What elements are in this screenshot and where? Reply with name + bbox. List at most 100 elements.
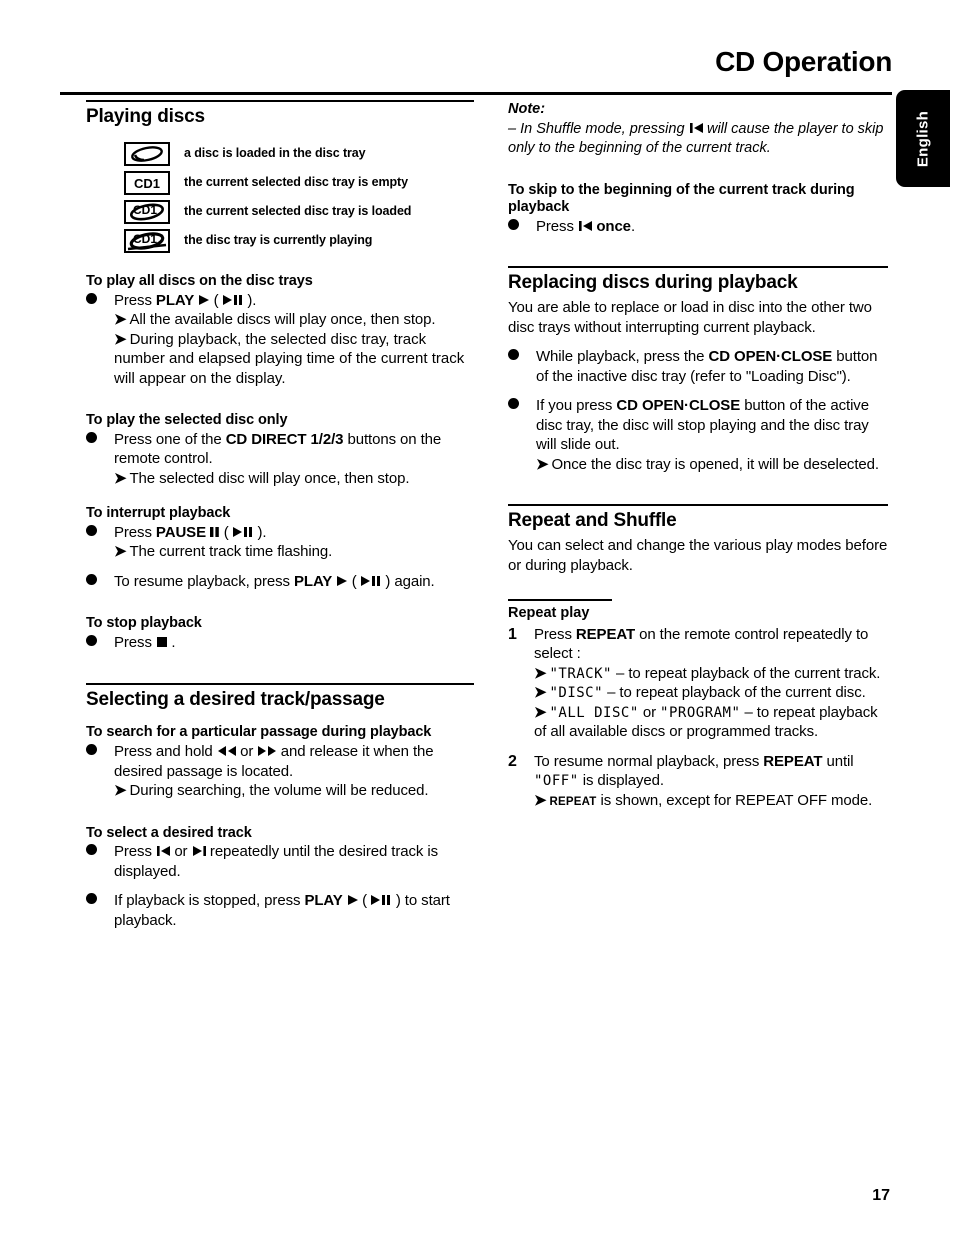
bullet-text: Press once. [536,217,888,237]
bullet-marker [508,347,536,367]
note-label: Note: [508,101,546,117]
lcd-display-text: "DISC" [549,685,604,702]
cd1-playing-tray-icon: CD1 [124,229,170,254]
bullet-marker [508,396,536,416]
bullet-row: Press one of the CD DIRECT 1/2/3 buttons… [86,430,474,489]
arrow-icon: ➤ [114,782,127,800]
previous-track-icon [578,218,596,234]
text-fragment: If you press [536,397,617,415]
right-column: Note: – In Shuffle mode, pressing will c… [508,100,888,810]
arrow-note: ➤ "ALL DISC" or "PROGRAM" – to repeat pla… [534,703,888,742]
subheading-play-all-discs: To play all discs on the disc trays [86,272,313,289]
bullet-dot-icon [86,431,97,443]
cd1-loaded-tray-icon: CD1 [124,200,170,225]
text-fragment: until [822,752,854,770]
arrow-note: ➤ "DISC" – to repeat playback of the curr… [534,683,888,703]
bullet-row: Press once. [508,217,888,237]
play-button-label: PLAY [293,572,333,590]
cd1-empty-tray-icon: CD1 [124,171,170,196]
arrow-text: The selected disc will play once, then s… [129,469,410,487]
bullet-text: To resume playback, press PLAY ( ) again… [114,572,474,592]
bullet-dot-icon [86,524,97,536]
section-heading-selecting-track: Selecting a desired track/passage [86,688,385,710]
subheading-stop-playback: To stop playback [86,615,202,632]
bullet-text: Press . [114,633,474,653]
legend-item: CD1 the disc tray is currently playing [86,227,474,256]
note-dash: – [508,120,517,137]
left-column: Playing discs a disc is loaded in the di… [86,100,474,930]
arrow-icon: ➤ [534,684,547,702]
legend-item: CD1 the current selected disc tray is lo… [86,198,474,227]
once-emphasis: once [596,217,631,235]
text-fragment: Press and hold [114,743,217,761]
language-tab-label: English [914,110,932,167]
section-rule-replacing-discs [508,266,888,269]
text-fragment: To resume playback, press [114,572,294,590]
section-heading-repeat-shuffle: Repeat and Shuffle [508,510,677,532]
bullet-row: While playback, press the CD OPEN·CLOSE … [508,347,888,386]
arrow-note: ➤ REPEAT is shown, except for REPEAT OFF … [534,791,888,811]
pause-icon [206,524,224,540]
cd-open-close-button-label: CD OPEN·CLOSE [616,397,741,415]
repeat-indicator-label: REPEAT [549,795,597,808]
text-fragment: In Shuffle mode, pressing [516,120,689,137]
legend-item: CD1 the current selected disc tray is em… [86,169,474,198]
bullet-text: While playback, press the CD OPEN·CLOSE … [536,347,888,386]
fast-forward-icon [257,743,280,759]
disc-ellipse-shape [131,146,163,163]
section-rule-selecting-track [86,682,474,685]
subheading-interrupt-playback: To interrupt playback [86,505,231,522]
bullet-marker [508,217,536,237]
next-track-icon [192,843,210,859]
step-text: Press REPEAT on the remote control repea… [534,625,888,742]
text-fragment: Press [534,625,576,643]
bullet-dot-icon [508,218,519,230]
bullet-marker [86,572,114,592]
rewind-icon [217,743,240,759]
text-fragment: . [262,523,267,541]
bullet-text: Press one of the CD DIRECT 1/2/3 buttons… [114,430,474,489]
subheading-search-passage: To search for a particular passage durin… [86,724,432,741]
play-icon [347,892,362,908]
bullet-marker [86,523,114,543]
bullet-row: Press and hold or and release it when th… [86,742,474,801]
text-fragment: While playback, press the [536,348,709,366]
subheading-skip-to-beginning: To skip to the beginning of the current … [508,181,855,216]
svg-text:CD1: CD1 [133,232,157,246]
step-number: 1 [508,625,517,643]
arrow-icon: ➤ [114,330,127,348]
text-fragment: Press [114,634,156,652]
numbered-step-row: 1 Press REPEAT on the remote control rep… [508,625,888,742]
note-text: – In Shuffle mode, pressing will cause t… [508,119,888,158]
bullet-dot-icon [86,292,97,304]
play-button-label: PLAY [155,291,195,309]
arrow-icon: ➤ [114,311,127,329]
text-fragment: Press [536,217,578,235]
section-intro-repeat-shuffle: You can select and change the various pl… [508,537,888,574]
arrow-text: Once the disc tray is opened, it will be… [551,455,879,473]
bullet-row: If you press CD OPEN·CLOSE button of the… [508,396,888,474]
bullet-row: Press PAUSE ( ). ➤ The current track time… [86,523,474,562]
arrow-icon: ➤ [534,664,547,682]
legend-item: a disc is loaded in the disc tray [86,140,474,169]
arrow-icon: ➤ [114,543,127,561]
text-fragment: . [171,634,176,652]
arrow-text: During playback, the selected disc tray,… [114,330,465,387]
text-fragment: or [174,843,192,861]
legend-label: the disc tray is currently playing [184,233,373,248]
text-fragment: is displayed. [578,772,664,790]
legend-label: a disc is loaded in the disc tray [184,146,366,161]
disc-loaded-icon [124,142,170,167]
page-number: 17 [872,1187,890,1204]
text-fragment: Press [114,523,156,541]
bullet-marker [86,430,114,450]
cd1-with-disc-shape: CD1 [129,203,165,221]
play-icon [336,573,351,589]
section-intro-replacing-discs: You are able to replace or load in disc … [508,299,872,336]
bullet-text: Press or repeatedly until the desired tr… [114,842,474,881]
cd1-text-shape: CD1 [134,176,160,191]
section-rule-repeat-shuffle [508,504,888,507]
bullet-dot-icon [508,349,519,361]
note-block: Note: – In Shuffle mode, pressing will c… [508,100,888,158]
arrow-icon: ➤ [534,791,547,809]
